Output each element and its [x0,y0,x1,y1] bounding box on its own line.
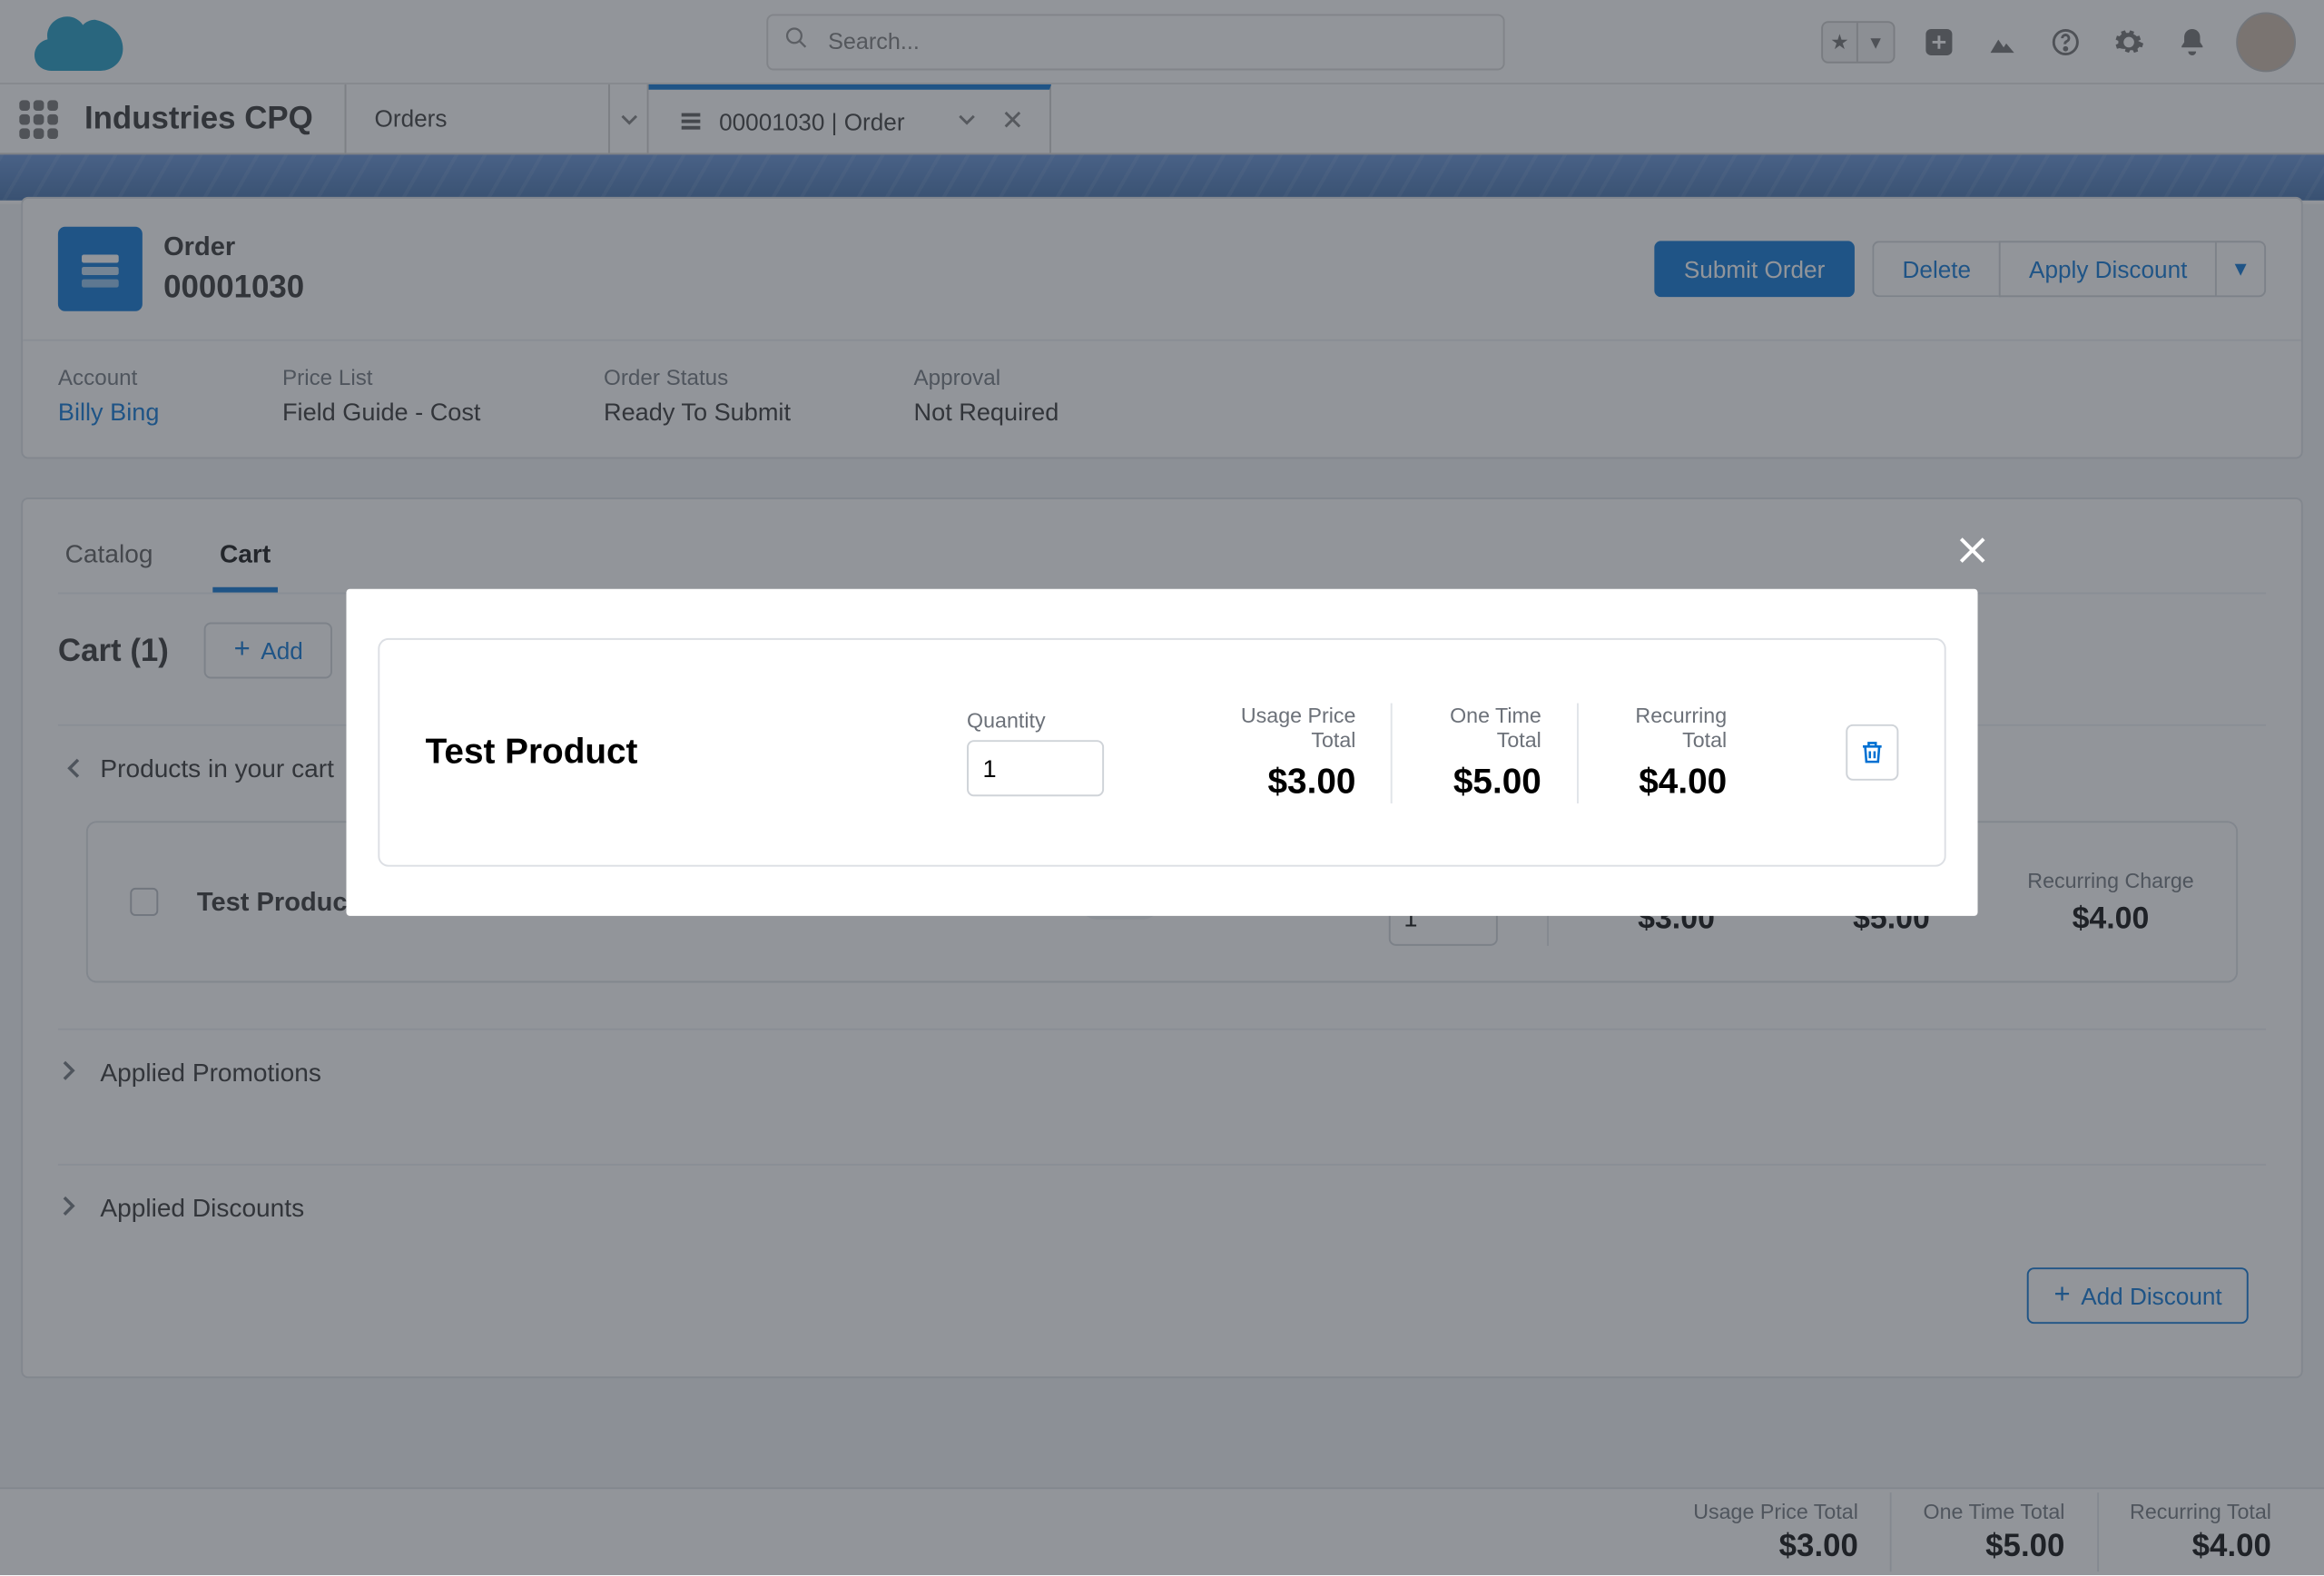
modal-recurring-label: Recurring Total [1613,703,1727,752]
modal-onetime-value: $5.00 [1428,762,1541,803]
modal-recurring-value: $4.00 [1613,762,1727,803]
modal-card: Test Product Quantity Usage Price Total … [378,638,1945,867]
modal-usage-label: Usage Price Total [1224,703,1356,752]
modal-qty-label: Quantity [967,708,1104,733]
modal-usage-value: $3.00 [1224,762,1356,803]
modal-qty-input[interactable] [967,740,1104,796]
modal-delete-button[interactable] [1846,724,1899,781]
modal-close-icon[interactable] [1953,531,1992,578]
modal-onetime-label: One Time Total [1428,703,1541,752]
modal-product-name: Test Product [426,733,918,773]
modal: Test Product Quantity Usage Price Total … [346,589,1977,916]
